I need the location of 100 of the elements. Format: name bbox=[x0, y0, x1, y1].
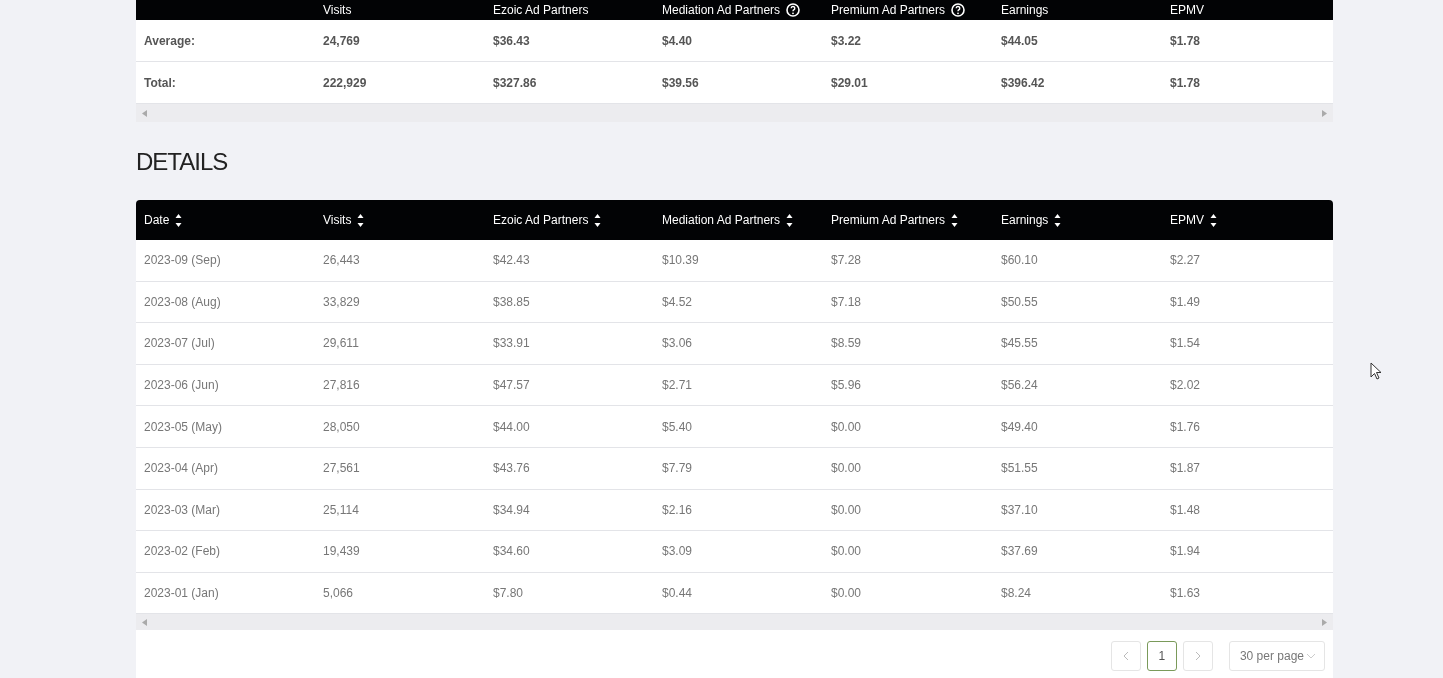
table-cell-text: $51.55 bbox=[1001, 461, 1039, 476]
table-cell-text: 27,816 bbox=[323, 378, 361, 393]
table-cell-text: $2.71 bbox=[662, 378, 694, 393]
table-cell-text: $1.78 bbox=[1170, 75, 1202, 90]
column-header[interactable]: EPMV bbox=[1170, 212, 1217, 228]
table-cell-text: $3.22 bbox=[831, 33, 863, 48]
column-header[interactable]: Date bbox=[144, 212, 183, 228]
table-cell-text: $34.94 bbox=[493, 502, 531, 517]
sort-icon[interactable] bbox=[594, 212, 602, 228]
table-cell-text: $7.18 bbox=[831, 294, 863, 309]
column-header: Premium Ad Partners bbox=[831, 3, 966, 17]
table-cell-text: $7.28 bbox=[831, 253, 863, 268]
table-cell-text: $1.94 bbox=[1170, 544, 1202, 559]
table-cell-text: $2.27 bbox=[1170, 253, 1202, 268]
table-cell-text: 2023-07 (Jul) bbox=[144, 336, 216, 351]
table-cell-text: $37.10 bbox=[1001, 502, 1039, 517]
table-cell-text: $10.39 bbox=[662, 253, 700, 268]
column-header[interactable]: Premium Ad Partners bbox=[831, 212, 959, 228]
column-header[interactable]: Earnings bbox=[1001, 212, 1062, 228]
table-cell-text: $49.40 bbox=[1001, 419, 1039, 434]
table-cell-text: $0.00 bbox=[831, 586, 863, 601]
sort-icon[interactable] bbox=[1054, 212, 1062, 228]
table-cell-text: 2023-05 (May) bbox=[144, 419, 224, 434]
table-cell-text: $44.00 bbox=[493, 419, 531, 434]
table-cell-text: 24,769 bbox=[323, 33, 361, 48]
table-cell-text: $327.86 bbox=[493, 75, 538, 90]
table-cell-text: 2023-08 (Aug) bbox=[144, 294, 222, 309]
sort-icon[interactable] bbox=[175, 212, 183, 228]
table-cell-text: 2023-03 (Mar) bbox=[144, 502, 222, 517]
sort-icon[interactable] bbox=[786, 212, 794, 228]
column-header[interactable]: Ezoic Ad Partners bbox=[493, 212, 602, 228]
table-cell-text: 27,561 bbox=[323, 461, 361, 476]
table-cell-text: $45.55 bbox=[1001, 336, 1039, 351]
table-cell-text: $4.40 bbox=[662, 33, 694, 48]
table-cell-text: $0.00 bbox=[831, 419, 863, 434]
table-cell-text: $44.05 bbox=[1001, 33, 1039, 48]
table-cell-text: 2023-06 (Jun) bbox=[144, 378, 220, 393]
table-cell-text: $3.06 bbox=[662, 336, 694, 351]
column-header: Ezoic Ad Partners bbox=[493, 3, 589, 17]
table-cell-text: 19,439 bbox=[323, 544, 361, 559]
column-header: Mediation Ad Partners bbox=[662, 3, 801, 17]
table-cell-text: $5.96 bbox=[831, 378, 863, 393]
table-cell-text: 29,611 bbox=[323, 336, 360, 351]
chevron-left-icon bbox=[1122, 650, 1129, 661]
table-cell-text: $7.79 bbox=[662, 461, 694, 476]
table-cell-text: $1.76 bbox=[1170, 419, 1202, 434]
table-cell-text: $43.76 bbox=[493, 461, 531, 476]
table-cell-text: $60.10 bbox=[1001, 253, 1039, 268]
section-title: DETAILS bbox=[136, 147, 229, 177]
table-cell-text: $1.87 bbox=[1170, 461, 1202, 476]
table-cell-text: $1.49 bbox=[1170, 294, 1202, 309]
table-cell-text: 5,066 bbox=[323, 586, 355, 601]
column-header[interactable]: Visits bbox=[323, 212, 365, 228]
table-cell-text: $56.24 bbox=[1001, 378, 1039, 393]
table-cell-text: $5.40 bbox=[662, 419, 694, 434]
table-cell-text: $0.00 bbox=[831, 544, 863, 559]
chevron-down-icon bbox=[1306, 652, 1316, 659]
table-cell-text: $38.85 bbox=[493, 294, 531, 309]
table-cell-text: $1.78 bbox=[1170, 33, 1202, 48]
table-cell-text: 25,114 bbox=[323, 502, 360, 517]
table-cell-text: 2023-02 (Feb) bbox=[144, 544, 222, 559]
table-cell-text: $7.80 bbox=[493, 586, 525, 601]
column-header: EPMV bbox=[1170, 3, 1204, 17]
table-cell-text: 28,050 bbox=[323, 419, 361, 434]
table-cell-text: $37.69 bbox=[1001, 544, 1039, 559]
table-cell-text: $396.42 bbox=[1001, 75, 1046, 90]
sort-icon[interactable] bbox=[951, 212, 959, 228]
table-cell-text: $1.54 bbox=[1170, 336, 1202, 351]
table-cell-text: $0.00 bbox=[831, 461, 863, 476]
row-label: Total: bbox=[144, 75, 177, 90]
sort-icon[interactable] bbox=[1210, 212, 1217, 228]
table-cell-text: $0.00 bbox=[831, 502, 863, 517]
chevron-right-icon bbox=[1194, 650, 1201, 661]
table-cell-text: 2023-01 (Jan) bbox=[144, 586, 220, 601]
table-cell-text: $0.44 bbox=[662, 586, 694, 601]
table-cell-text: 222,929 bbox=[323, 75, 368, 90]
table-cell-text: $29.01 bbox=[831, 75, 869, 90]
page-button[interactable]: 1 bbox=[1146, 640, 1177, 671]
row-label: Average: bbox=[144, 33, 196, 48]
table-cell-text: $34.60 bbox=[493, 544, 531, 559]
sort-icon[interactable] bbox=[357, 212, 365, 228]
table-cell-text: $8.24 bbox=[1001, 586, 1033, 601]
column-header: Visits bbox=[323, 3, 352, 17]
table-cell-text: $3.09 bbox=[662, 544, 694, 559]
table-cell-text: $4.52 bbox=[662, 294, 694, 309]
table-cell-text: $39.56 bbox=[662, 75, 700, 90]
table-cell-text: 2023-04 (Apr) bbox=[144, 461, 220, 476]
column-header: Earnings bbox=[1001, 3, 1049, 17]
column-header[interactable]: Mediation Ad Partners bbox=[662, 212, 794, 228]
table-cell-text: $2.16 bbox=[662, 502, 694, 517]
table-cell-text: $47.57 bbox=[493, 378, 531, 393]
table-cell-text: $33.91 bbox=[493, 336, 531, 351]
table-cell-text: 2023-09 (Sep) bbox=[144, 253, 222, 268]
table-cell-text: $36.43 bbox=[493, 33, 531, 48]
table-cell-text: $1.63 bbox=[1170, 586, 1202, 601]
table-cell-text: $42.43 bbox=[493, 253, 531, 268]
info-icon[interactable] bbox=[786, 3, 801, 17]
per-page-dropdown[interactable]: 30 per page bbox=[1228, 640, 1325, 671]
info-icon[interactable] bbox=[951, 3, 966, 17]
table-cell-text: 33,829 bbox=[323, 294, 361, 309]
